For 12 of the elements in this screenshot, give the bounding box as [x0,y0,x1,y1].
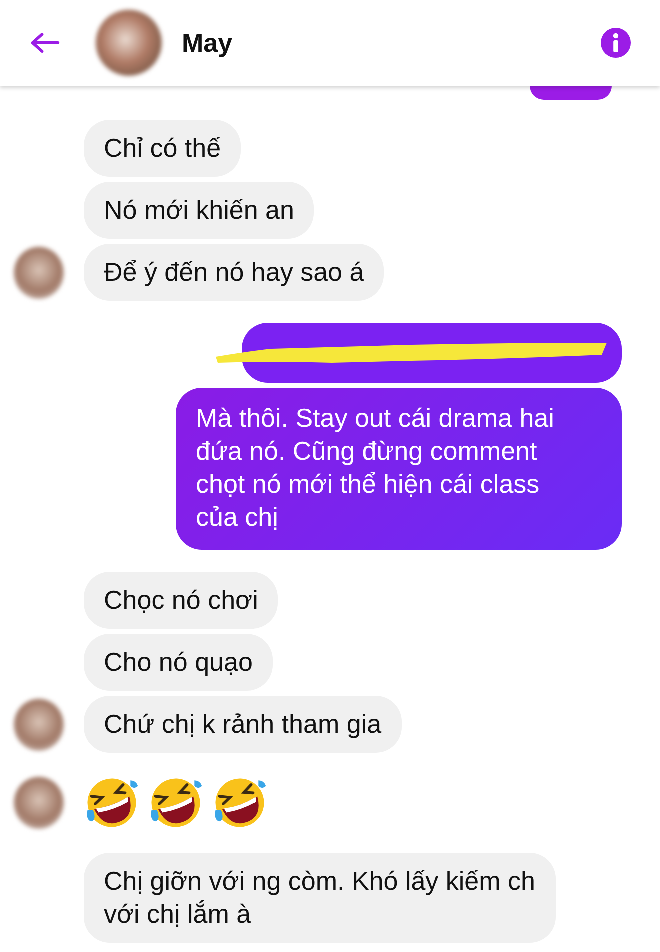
message-bubble: Chỉ có thế [84,120,242,177]
message-bubble: Chọc nó chơi [84,572,278,629]
message-bubble: Cho nó quạo [84,634,273,691]
contact-name: May [182,28,234,58]
avatar [96,10,162,76]
message-bubble: Chứ chị k rảnh tham gia [84,696,402,753]
back-arrow-icon[interactable] [30,31,60,55]
message-bubble: Nó mới khiến an [84,182,314,239]
message-bubble: Mà thôi. Stay out cái drama hai đứa nó. Cũng đừng comment chọt nó mới thể hiện cái class của chị [176,388,622,550]
message-bubble: Chị giỡn với ng còm. Khó lấy kiếm ch với chị lắm à [84,853,556,943]
info-icon[interactable] [600,27,632,59]
message-bubble: Để ý đến nó hay sao á [84,244,384,301]
